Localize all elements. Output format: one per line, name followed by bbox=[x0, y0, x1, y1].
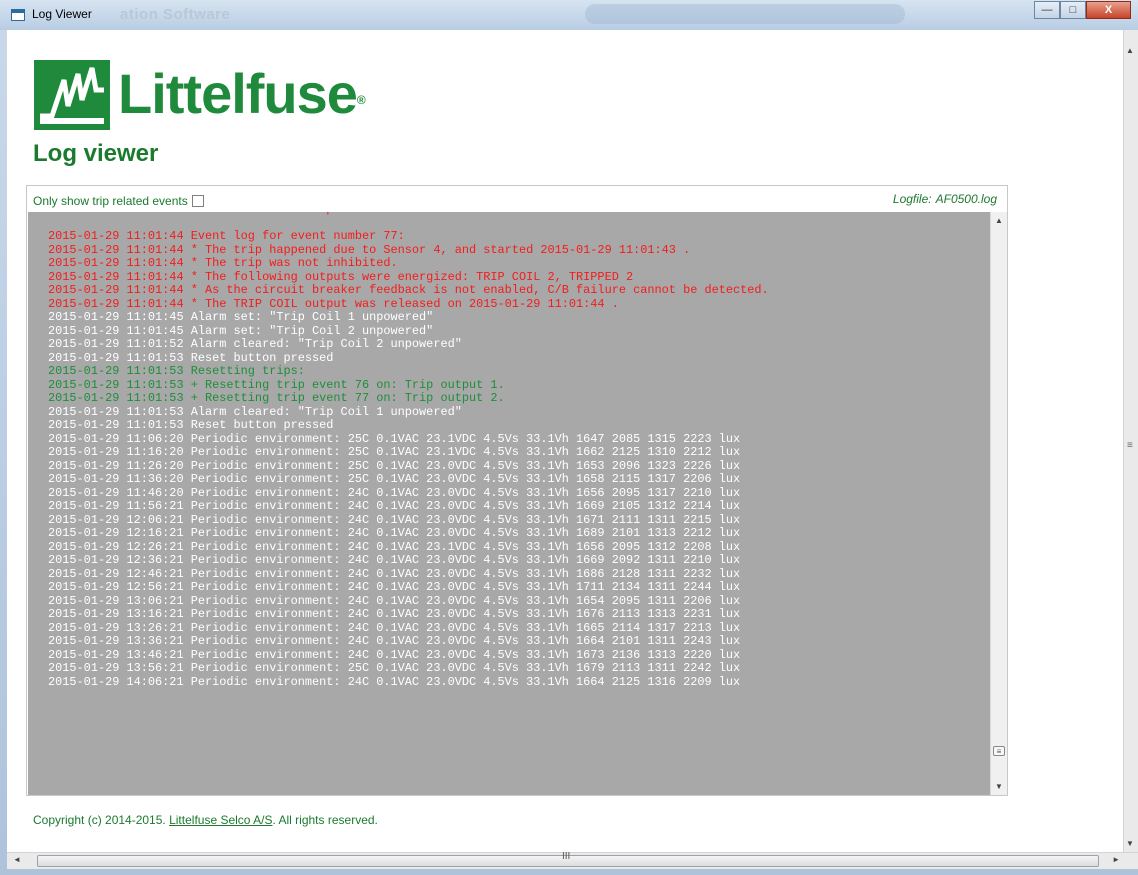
log-line: 2015-01-29 11:01:53 Reset button pressed bbox=[48, 418, 334, 432]
copyright-text: Copyright (c) 2014-2015. bbox=[33, 813, 166, 827]
log-line: 2015-01-29 11:01:45 Alarm set: "Trip Coi… bbox=[48, 310, 434, 324]
company-link[interactable]: Littelfuse Selco A/S bbox=[169, 813, 272, 827]
log-line: 2015-01-29 13:36:21 Periodic environment… bbox=[48, 634, 741, 648]
page-scroll-grip-icon[interactable]: ≡ bbox=[1127, 440, 1133, 451]
page-hscroll-grip-icon: III bbox=[562, 851, 571, 862]
log-line: 2015-01-29 14:06:21 Periodic environment… bbox=[48, 674, 741, 689]
log-line: 2015-01-29 11:01:53 + Resetting trip eve… bbox=[48, 391, 505, 405]
log-line: 2015-01-29 11:36:20 Periodic environment… bbox=[48, 472, 741, 486]
log-line: 2015-01-29 11:46:20 Periodic environment… bbox=[48, 485, 741, 500]
copyright-footer: Copyright (c) 2014-2015. Littelfuse Selc… bbox=[33, 813, 378, 827]
log-line: 2015-01-29 13:06:21 Periodic environment… bbox=[48, 593, 741, 608]
page-scroll-right-icon[interactable]: ► bbox=[1112, 855, 1120, 864]
logfile-label: Logfile: bbox=[892, 192, 932, 206]
log-line: 2015-01-29 11:01:53 + Resetting trip eve… bbox=[48, 377, 505, 392]
log-line: 2015-01-29 11:01:44 * As the circuit bre… bbox=[48, 283, 769, 297]
log-line: 2015-01-29 12:46:21 Periodic environment… bbox=[48, 566, 741, 581]
scroll-up-icon[interactable]: ▲ bbox=[995, 216, 1003, 225]
app-window: Log Viewer ation Software — □ X Littelfu… bbox=[0, 0, 1138, 875]
page-scroll-down-icon[interactable]: ▼ bbox=[1126, 839, 1134, 848]
trip-filter-label: Only show trip related events bbox=[33, 194, 188, 208]
log-line: 2015-01-29 13:26:21 Periodic environment… bbox=[48, 620, 741, 635]
page-horizontal-scrollbar[interactable]: ◄ III ► bbox=[7, 851, 1138, 869]
log-line: 2015-01-29 13:46:21 Periodic environment… bbox=[48, 647, 741, 662]
scroll-thumb[interactable]: ≡ bbox=[993, 746, 1005, 756]
copyright-suffix: . All rights reserved. bbox=[272, 813, 378, 827]
log-line: 2015-01-29 11:01:45 Alarm set: "Trip Coi… bbox=[48, 323, 434, 338]
trip-filter-checkbox[interactable] bbox=[191, 195, 204, 207]
log-line: 2015-01-29 11:06:20 Periodic environment… bbox=[48, 431, 741, 446]
close-button[interactable]: X bbox=[1086, 1, 1131, 19]
minimize-button[interactable]: — bbox=[1034, 1, 1060, 19]
trip-filter[interactable]: Only show trip related events bbox=[33, 194, 204, 208]
title-bar: Log Viewer ation Software — □ X bbox=[0, 0, 1138, 30]
log-line: 2015-01-29 11:16:20 Periodic environment… bbox=[48, 445, 741, 459]
log-line: 2015-01-29 11:01:52 Alarm cleared: "Trip… bbox=[48, 337, 462, 351]
maximize-button[interactable]: □ bbox=[1060, 1, 1086, 19]
log-line: 2015-01-29 11:01:44 Event log for event … bbox=[48, 229, 405, 243]
page-scroll-left-icon[interactable]: ◄ bbox=[13, 855, 21, 864]
log-line: 2015-01-29 11:01:53 Alarm cleared: "Trip… bbox=[48, 404, 462, 419]
log-line: 2015-01-29 11:01:53 Reset button pressed bbox=[48, 350, 334, 365]
log-line: 2015-01-29 11:01:44 * The trip happened … bbox=[48, 242, 691, 257]
log-line: 2015-01-29 11:01:44 * The following outp… bbox=[48, 269, 634, 284]
log-lines: 2015-01-29 11:01:44 * The TRIP COIL outp… bbox=[48, 212, 769, 689]
log-line: 2015-01-29 11:01:44 * The TRIP COIL outp… bbox=[48, 296, 619, 311]
littelfuse-logo-icon bbox=[34, 60, 110, 130]
log-panel: Only show trip related events Logfile: AF… bbox=[26, 185, 1008, 796]
log-line: 2015-01-29 13:16:21 Periodic environment… bbox=[48, 607, 741, 621]
log-content[interactable]: 2015-01-29 11:01:44 * The TRIP COIL outp… bbox=[28, 212, 990, 795]
window-title: Log Viewer bbox=[32, 7, 92, 21]
logfile-name: AF0500.log bbox=[935, 192, 997, 206]
log-line: 2015-01-29 13:56:21 Periodic environment… bbox=[48, 661, 741, 675]
log-line: 2015-01-29 12:36:21 Periodic environment… bbox=[48, 553, 741, 567]
window-icon bbox=[11, 9, 25, 21]
background-ghost-text: ation Software bbox=[120, 6, 231, 23]
log-line: 2015-01-29 11:56:21 Periodic environment… bbox=[48, 499, 741, 513]
log-line: 2015-01-29 12:56:21 Periodic environment… bbox=[48, 580, 741, 594]
scroll-down-icon[interactable]: ▼ bbox=[995, 782, 1003, 791]
log-line: 2015-01-29 12:26:21 Periodic environment… bbox=[48, 539, 741, 554]
page-vertical-scrollbar[interactable]: ▲ ≡ ▼ bbox=[1123, 30, 1138, 852]
brand-name: Littelfuse® bbox=[118, 62, 366, 125]
logfile-info: Logfile: AF0500.log bbox=[889, 192, 997, 206]
log-line: 2015-01-29 11:26:20 Periodic environment… bbox=[48, 458, 741, 473]
log-scrollbar[interactable]: ▲ ≡ ▼ bbox=[990, 212, 1007, 795]
log-line: 2015-01-29 12:16:21 Periodic environment… bbox=[48, 526, 741, 540]
log-line: 2015-01-29 11:01:44 * The trip was not i… bbox=[48, 256, 398, 270]
page-scroll-up-icon[interactable]: ▲ bbox=[1126, 46, 1134, 55]
background-ghost-bar bbox=[585, 4, 905, 24]
log-line: 2015-01-29 11:01:53 Resetting trips: bbox=[48, 364, 305, 378]
content-area: Littelfuse® Log viewer Only show trip re… bbox=[7, 30, 1123, 852]
window-controls: — □ X bbox=[1034, 1, 1131, 21]
log-line: 2015-01-29 12:06:21 Periodic environment… bbox=[48, 512, 741, 527]
page-title: Log viewer bbox=[33, 140, 159, 167]
